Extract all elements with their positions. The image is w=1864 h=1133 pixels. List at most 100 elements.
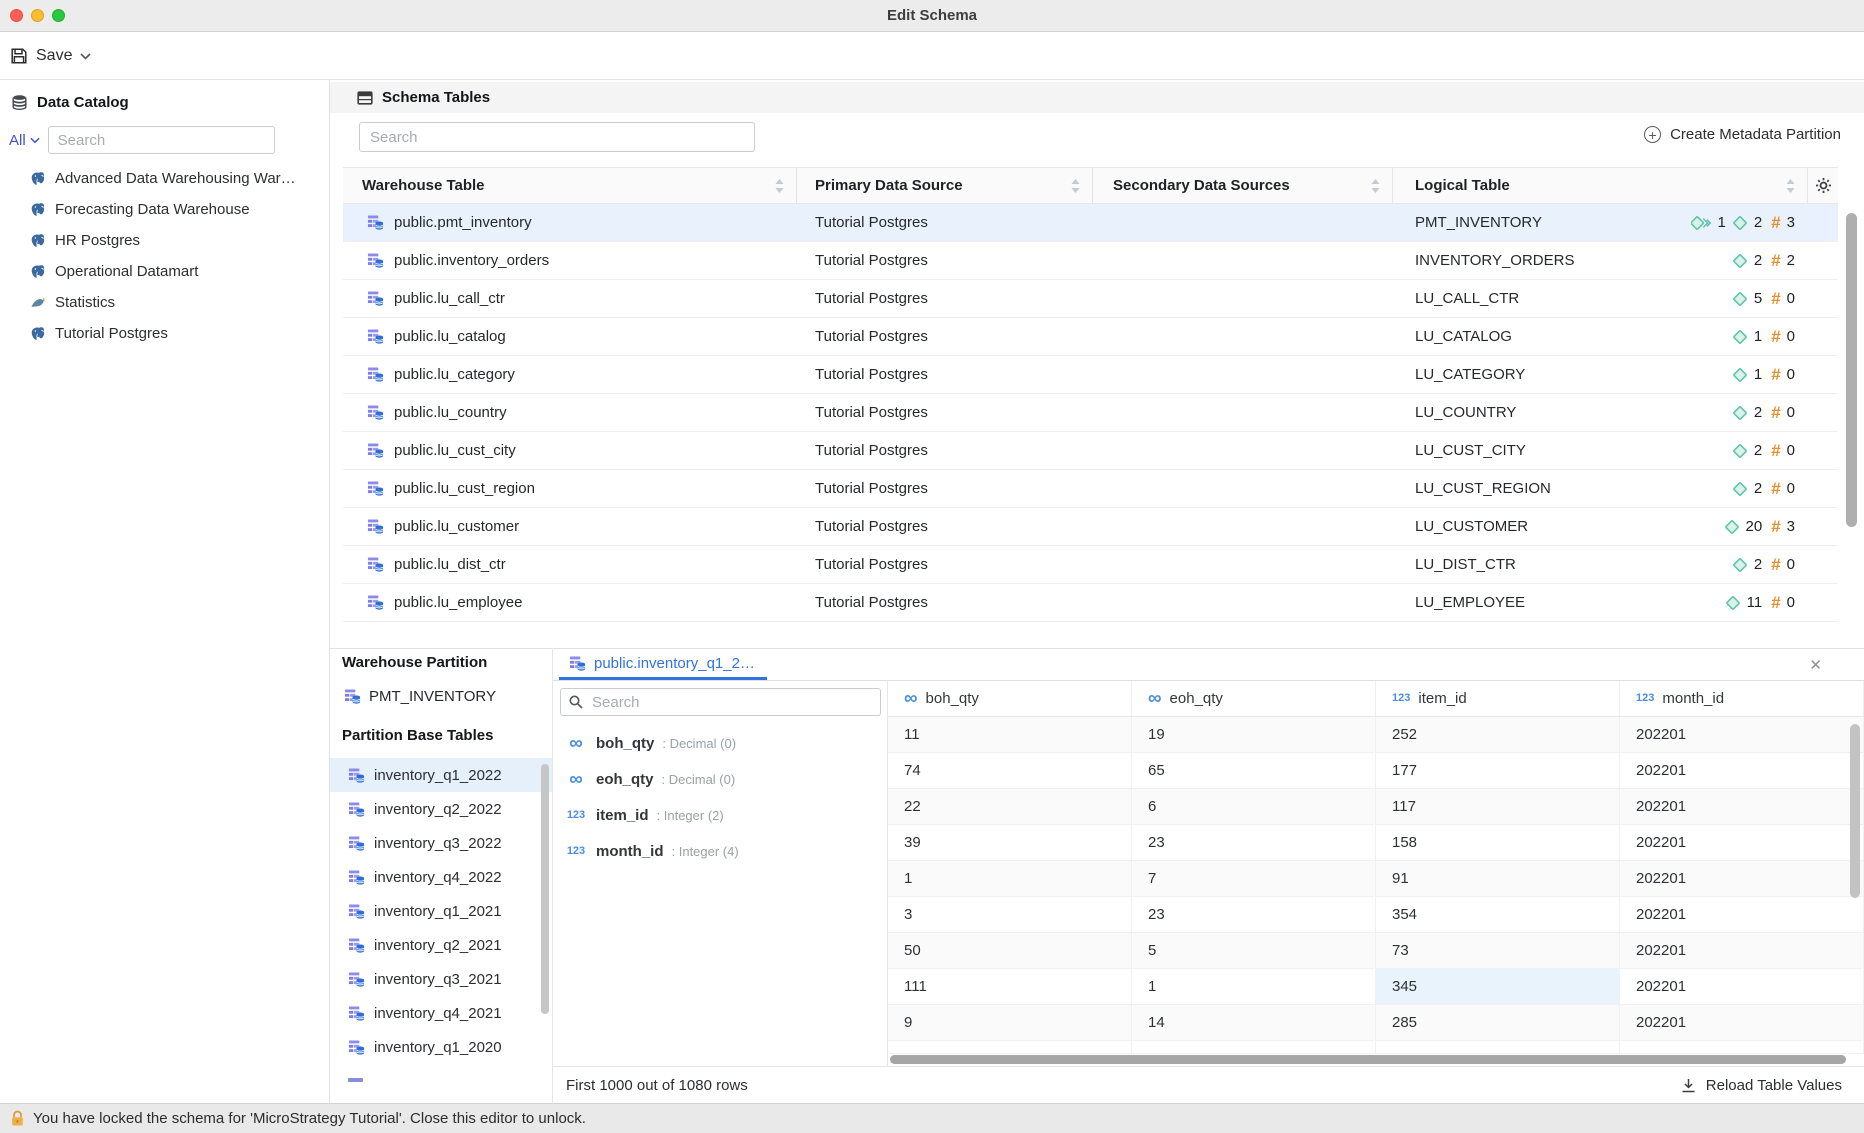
grid-data-cell[interactable]: 202201 (1620, 933, 1864, 969)
partition-base-table-item[interactable]: inventory_q1_2020 (330, 1030, 552, 1064)
catalog-item[interactable]: Tutorial Postgres (0, 318, 329, 349)
catalog-item[interactable]: Statistics (0, 287, 329, 318)
sort-icon (1786, 179, 1795, 193)
grid-data-cell[interactable]: 7 (1132, 861, 1376, 897)
hash-icon: # (1771, 518, 1780, 535)
partition-base-table-item[interactable]: inventory_q2_2022 (330, 792, 552, 826)
grid-data-cell[interactable]: 158 (1376, 825, 1620, 861)
table-row[interactable]: public.lu_countryTutorial PostgresLU_COU… (343, 394, 1838, 432)
table-row[interactable]: public.lu_dist_ctrTutorial PostgresLU_DI… (343, 546, 1838, 584)
grid-column-header[interactable]: ∞eoh_qty (1132, 681, 1376, 716)
table-row[interactable]: public.lu_catalogTutorial PostgresLU_CAT… (343, 318, 1838, 356)
table-row[interactable]: public.pmt_inventoryTutorial PostgresPMT… (343, 204, 1838, 242)
grid-data-cell[interactable]: 6 (1132, 789, 1376, 825)
column-list-item[interactable]: 123item_id: Integer (2) (553, 797, 887, 833)
grid-data-cell[interactable]: 11 (888, 717, 1132, 753)
catalog-search-input[interactable] (48, 126, 275, 154)
scrollbar-thumb[interactable] (1850, 724, 1860, 898)
grid-data-cell[interactable]: 202201 (1620, 825, 1864, 861)
schema-tables-search-input[interactable] (359, 122, 755, 152)
logical-table-name: PMT_INVENTORY (1415, 214, 1542, 231)
grid-data-cell[interactable]: 22 (888, 789, 1132, 825)
partition-base-table-item[interactable]: inventory_q2_2021 (330, 928, 552, 962)
table-row[interactable]: public.lu_categoryTutorial PostgresLU_CA… (343, 356, 1838, 394)
grid-data-cell[interactable]: 23 (1132, 897, 1376, 933)
grid-data-cell[interactable]: 111 (888, 969, 1132, 1005)
close-icon[interactable]: ✕ (1809, 656, 1822, 674)
grid-data-cell[interactable]: 65 (1132, 753, 1376, 789)
grid-data-cell[interactable]: 14 (1132, 1005, 1376, 1041)
grid-data-cell[interactable]: 345 (1376, 969, 1620, 1005)
column-header-secondary-data-sources[interactable]: Secondary Data Sources (1093, 168, 1393, 203)
grid-data-cell[interactable]: 19 (1132, 717, 1376, 753)
grid-data-cell[interactable]: 354 (1376, 897, 1620, 933)
table-row[interactable]: public.inventory_ordersTutorial Postgres… (343, 242, 1838, 280)
grid-data-cell[interactable]: 117 (1376, 789, 1620, 825)
table-settings-button[interactable] (1808, 168, 1838, 203)
save-button[interactable]: Save (10, 44, 91, 68)
scrollbar-thumb[interactable] (541, 764, 549, 1014)
table-row[interactable]: public.lu_cust_cityTutorial PostgresLU_C… (343, 432, 1838, 470)
grid-data-cell[interactable]: 74 (888, 753, 1132, 789)
warehouse-partition-table[interactable]: PMT_INVENTORY (330, 684, 552, 708)
column-list-item[interactable]: ∞eoh_qty: Decimal (0) (553, 761, 887, 797)
grid-data-cell[interactable]: 1 (888, 861, 1132, 897)
scrollbar-thumb[interactable] (890, 1055, 1846, 1064)
grid-data-cell[interactable]: 202201 (1620, 861, 1864, 897)
grid-data-cell[interactable]: 50 (888, 933, 1132, 969)
grid-data-cell[interactable]: 9 (888, 1005, 1132, 1041)
table-row[interactable]: public.lu_customerTutorial PostgresLU_CU… (343, 508, 1838, 546)
grid-data-cell[interactable]: 1 (1132, 969, 1376, 1005)
column-header-primary-data-source[interactable]: Primary Data Source (797, 168, 1093, 203)
tab-table-preview[interactable]: public.inventory_q1_2… (559, 649, 767, 680)
chevron-down-icon[interactable] (80, 53, 91, 60)
grid-column-header[interactable]: ∞boh_qty (888, 681, 1132, 716)
grid-data-cell[interactable]: 39 (888, 825, 1132, 861)
grid-data-cell[interactable]: 23 (1132, 825, 1376, 861)
catalog-item[interactable]: Operational Datamart (0, 256, 329, 287)
grid-data-cell[interactable]: 5 (1132, 933, 1376, 969)
grid-data-cell[interactable]: 202201 (1620, 717, 1864, 753)
table-row[interactable]: public.lu_employeeTutorial PostgresLU_EM… (343, 584, 1838, 622)
grid-data-cell[interactable]: 202201 (1620, 1005, 1864, 1041)
catalog-item[interactable]: HR Postgres (0, 225, 329, 256)
reload-table-values-button[interactable]: Reload Table Values (1680, 1077, 1842, 1094)
grid-data-cell[interactable]: 202201 (1620, 753, 1864, 789)
grid-data-cell[interactable]: 202201 (1620, 789, 1864, 825)
column-list-item[interactable]: 123month_id: Integer (4) (553, 833, 887, 869)
grid-column-header[interactable]: 123item_id (1376, 681, 1620, 716)
primary-data-source-value: Tutorial Postgres (815, 556, 928, 573)
partition-base-table-item[interactable]: inventory_q4_2022 (330, 860, 552, 894)
grid-data-cell[interactable]: 202201 (1620, 897, 1864, 933)
grid-data-cell[interactable]: 91 (1376, 861, 1620, 897)
column-search-input[interactable] (560, 688, 881, 716)
grid-data-cell[interactable]: 202201 (1620, 969, 1864, 1005)
table-row[interactable]: public.lu_cust_regionTutorial PostgresLU… (343, 470, 1838, 508)
grid-data-cell[interactable]: 252 (1376, 717, 1620, 753)
horizontal-scrollbar[interactable] (890, 1055, 1856, 1064)
partition-base-table-item[interactable]: inventory_q4_2021 (330, 996, 552, 1030)
grid-column-header-label: boh_qty (926, 690, 979, 707)
partition-base-table-item[interactable]: inventory_q3_2021 (330, 962, 552, 996)
column-list-item[interactable]: ∞boh_qty: Decimal (0) (553, 725, 887, 761)
data-catalog-panel: Data Catalog All Advanced Data Warehousi… (0, 80, 330, 1103)
partition-base-table-item[interactable]: inventory_q1_2022 (330, 758, 552, 792)
grid-data-cell[interactable]: 177 (1376, 753, 1620, 789)
grid-data-cell[interactable]: 3 (888, 897, 1132, 933)
column-header-logical-table[interactable]: Logical Table (1393, 168, 1808, 203)
column-header-warehouse-table[interactable]: Warehouse Table (343, 168, 797, 203)
create-metadata-partition-button[interactable]: + Create Metadata Partition (1644, 126, 1841, 143)
scrollbar-thumb[interactable] (1846, 213, 1857, 527)
logical-table-name: INVENTORY_ORDERS (1415, 252, 1575, 269)
grid-data-cell[interactable]: 73 (1376, 933, 1620, 969)
catalog-filter-dropdown[interactable]: All (9, 132, 40, 149)
catalog-item[interactable]: Forecasting Data Warehouse (0, 194, 329, 225)
grid-column-header[interactable]: 123month_id (1620, 681, 1864, 716)
data-catalog-title: Data Catalog (37, 94, 129, 111)
table-row[interactable]: public.lu_call_ctrTutorial PostgresLU_CA… (343, 280, 1838, 318)
catalog-item[interactable]: Advanced Data Warehousing War… (0, 163, 329, 194)
grid-data-cell[interactable]: 285 (1376, 1005, 1620, 1041)
partition-base-table-item[interactable]: inventory_q1_2021 (330, 894, 552, 928)
preview-body: ∞boh_qty: Decimal (0)∞eoh_qty: Decimal (… (553, 681, 1864, 1066)
partition-base-table-item[interactable]: inventory_q3_2022 (330, 826, 552, 860)
